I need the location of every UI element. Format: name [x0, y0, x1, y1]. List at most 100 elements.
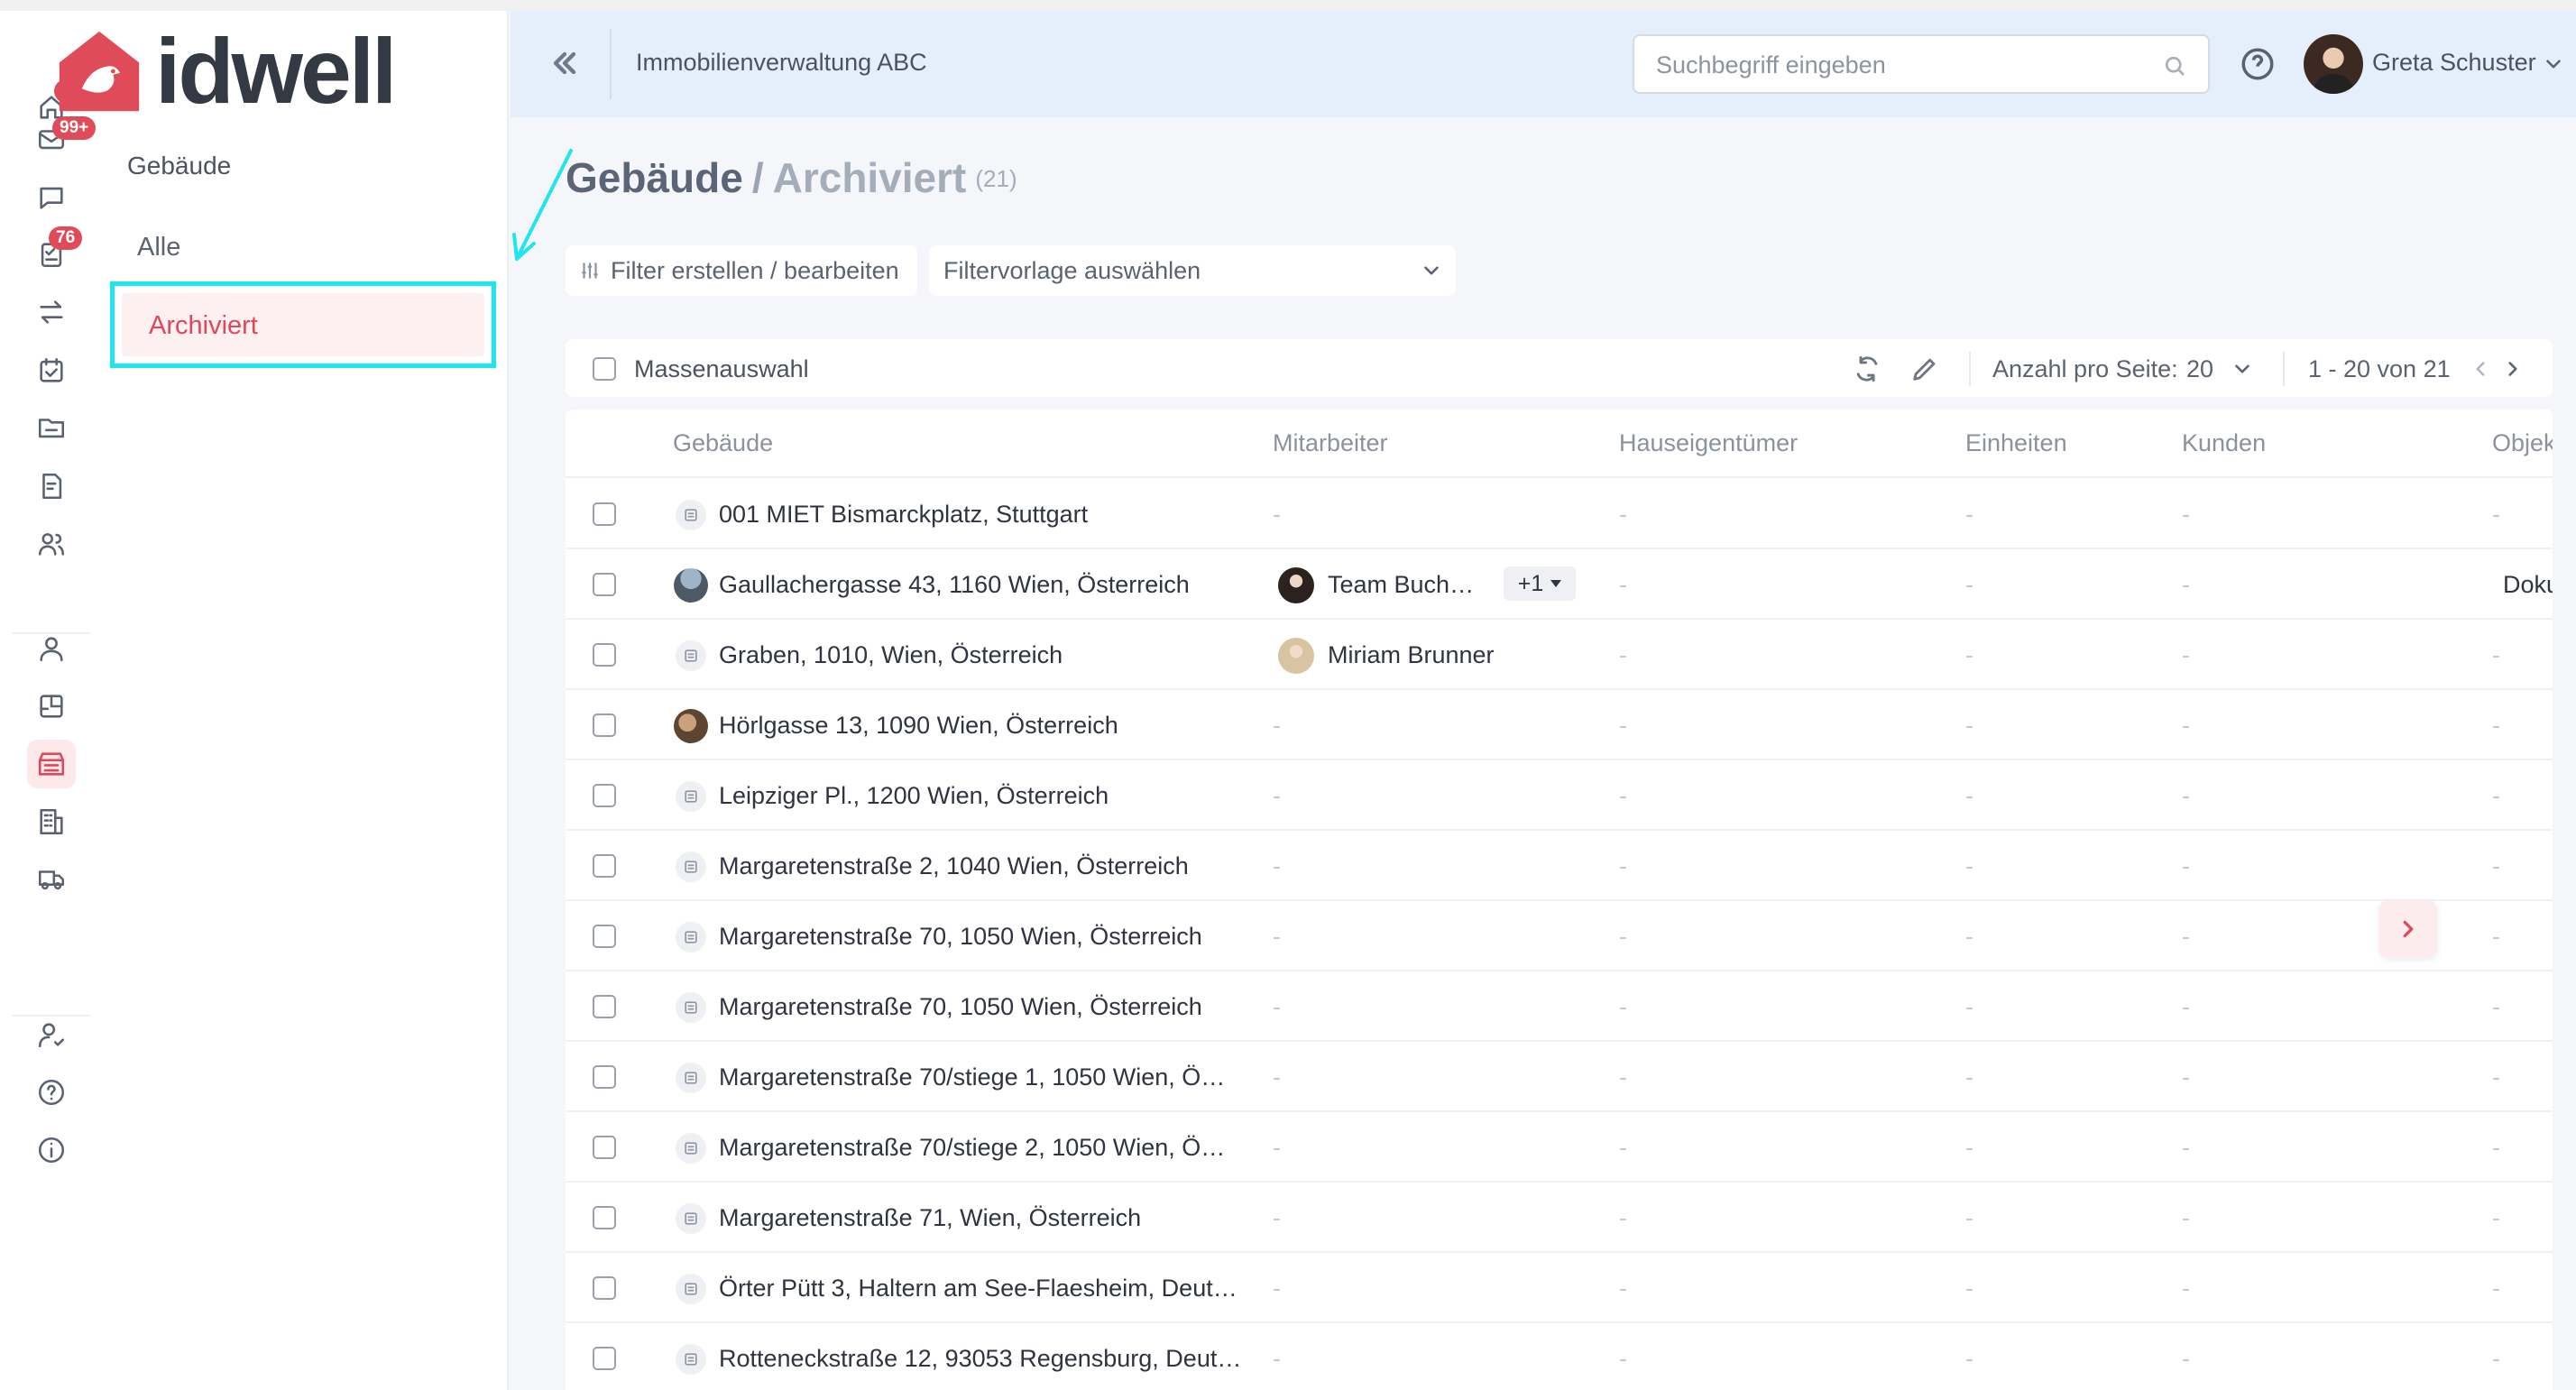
- table-row[interactable]: Hörlgasse 13, 1090 Wien, Österreich - - - - -: [566, 690, 2553, 760]
- empty-cell: -: [2182, 852, 2190, 879]
- filter-preset-label: Filtervorlage auswählen: [943, 257, 1201, 284]
- rail-suppliers[interactable]: [27, 855, 76, 904]
- rail-user-settings[interactable]: [27, 1010, 76, 1059]
- create-filter-button[interactable]: Filter erstellen / bearbeiten: [566, 245, 917, 296]
- next-page-button[interactable]: [2501, 357, 2525, 381]
- user-avatar[interactable]: [2304, 34, 2363, 94]
- column-header-hauseigentuemer[interactable]: Hauseigentümer: [1619, 429, 1798, 457]
- rail-tasks[interactable]: 76: [27, 226, 83, 279]
- rail-transfers[interactable]: [27, 288, 76, 336]
- table-row[interactable]: Rotteneckstraße 12, 93053 Regensburg, De…: [566, 1323, 2553, 1390]
- rail-invoices[interactable]: [27, 462, 76, 511]
- column-header-einheiten[interactable]: Einheiten: [1965, 429, 2067, 457]
- objekt-cell[interactable]: Doku: [2503, 571, 2553, 599]
- table-row[interactable]: 001 MIET Bismarckplatz, Stuttgart - - - - -: [566, 479, 2553, 549]
- row-checkbox[interactable]: [593, 573, 616, 596]
- table-row[interactable]: Margaretenstraße 70, 1050 Wien, Österrei…: [566, 971, 2553, 1042]
- column-header-kunden[interactable]: Kunden: [2182, 429, 2266, 457]
- building-name[interactable]: Rotteneckstraße 12, 93053 Regensburg, De…: [719, 1345, 1241, 1373]
- table-row[interactable]: Margaretenstraße 71, Wien, Österreich - - -…: [566, 1183, 2553, 1253]
- table-row[interactable]: Margaretenstraße 70/stiege 2, 1050 Wien,…: [566, 1112, 2553, 1183]
- table-row[interactable]: Margaretenstraße 70/stiege 1, 1050 Wien,…: [566, 1042, 2553, 1112]
- table-row[interactable]: Leipziger Pl., 1200 Wien, Österreich - - - -…: [566, 760, 2553, 831]
- row-checkbox[interactable]: [593, 925, 616, 948]
- row-checkbox[interactable]: [593, 502, 616, 526]
- per-page-dropdown[interactable]: [2231, 357, 2254, 381]
- caret-down-icon: [1550, 580, 1562, 587]
- rail-documents[interactable]: [27, 403, 76, 452]
- empty-cell: -: [1273, 1063, 1281, 1091]
- rail-help[interactable]: [27, 1068, 76, 1117]
- search-input[interactable]: [1656, 49, 2143, 81]
- rail-calendar[interactable]: [27, 346, 76, 395]
- building-icon: [676, 1203, 706, 1234]
- app-logo[interactable]: idwell: [56, 23, 426, 119]
- user-menu-chevron[interactable]: [2542, 52, 2565, 76]
- rail-contacts[interactable]: [27, 520, 76, 568]
- chat-icon: [40, 187, 63, 209]
- building-name[interactable]: Margaretenstraße 70, 1050 Wien, Österrei…: [719, 923, 1202, 951]
- row-checkbox[interactable]: [593, 1065, 616, 1089]
- subnav-item-archiviert[interactable]: Archiviert: [122, 293, 484, 356]
- table-row[interactable]: Örter Pütt 3, Haltern am See-Flaesheim, …: [566, 1253, 2553, 1323]
- row-checkbox[interactable]: [593, 1276, 616, 1300]
- row-checkbox[interactable]: [593, 995, 616, 1018]
- search-box: [1633, 34, 2210, 94]
- column-header-gebaeude[interactable]: Gebäude: [673, 429, 773, 457]
- table-row[interactable]: Gaullachergasse 43, 1160 Wien, Österreic…: [566, 549, 2553, 620]
- row-checkbox[interactable]: [593, 1347, 616, 1370]
- truck-icon: [38, 870, 65, 890]
- help-button[interactable]: [2239, 45, 2277, 83]
- rail-person[interactable]: [27, 624, 76, 673]
- tasks-badge: 76: [49, 226, 83, 250]
- building-name[interactable]: Leipziger Pl., 1200 Wien, Österreich: [719, 782, 1109, 810]
- empty-cell: -: [1965, 641, 1973, 668]
- rail-properties[interactable]: [27, 797, 76, 846]
- refresh-button[interactable]: [1852, 354, 1882, 384]
- page-title-main[interactable]: Gebäude: [566, 154, 743, 201]
- rail-units[interactable]: [27, 682, 76, 731]
- filter-preset-select[interactable]: Filtervorlage auswählen: [929, 245, 1456, 296]
- row-checkbox[interactable]: [593, 1206, 616, 1229]
- table-row[interactable]: Margaretenstraße 70, 1050 Wien, Österrei…: [566, 901, 2553, 971]
- edit-columns-button[interactable]: [1909, 354, 1940, 384]
- rail-buildings[interactable]: [27, 740, 76, 788]
- company-name[interactable]: Immobilienverwaltung ABC: [636, 49, 927, 77]
- building-name[interactable]: Örter Pütt 3, Haltern am See-Flaesheim, …: [719, 1275, 1237, 1303]
- building-name[interactable]: Margaretenstraße 2, 1040 Wien, Österreic…: [719, 852, 1189, 880]
- building-name[interactable]: Graben, 1010, Wien, Österreich: [719, 641, 1063, 669]
- building-name[interactable]: Margaretenstraße 70, 1050 Wien, Österrei…: [719, 993, 1202, 1021]
- empty-cell: -: [1273, 923, 1281, 950]
- building-name[interactable]: 001 MIET Bismarckplatz, Stuttgart: [719, 501, 1088, 529]
- building-name[interactable]: Margaretenstraße 71, Wien, Österreich: [719, 1204, 1141, 1232]
- building-name[interactable]: Margaretenstraße 70/stiege 1, 1050 Wien,…: [719, 1063, 1225, 1091]
- scroll-right-button[interactable]: [2379, 900, 2437, 958]
- column-header-objekt[interactable]: Objek: [2492, 429, 2553, 457]
- subnav-item-alle[interactable]: Alle: [137, 233, 180, 262]
- per-page-value[interactable]: 20: [2186, 355, 2213, 383]
- collapse-sidebar-button[interactable]: [547, 45, 583, 81]
- house-bird-logo-icon: [59, 31, 140, 112]
- rail-messages[interactable]: 99+: [27, 115, 97, 163]
- row-checkbox[interactable]: [593, 643, 616, 667]
- mass-select-checkbox[interactable]: [593, 357, 616, 381]
- building-name[interactable]: Hörlgasse 13, 1090 Wien, Österreich: [719, 712, 1118, 740]
- column-header-mitarbeiter[interactable]: Mitarbeiter: [1273, 429, 1388, 457]
- employee-name[interactable]: Miriam Brunner: [1328, 641, 1495, 669]
- table-row[interactable]: Graben, 1010, Wien, Österreich - - - - Miriam…: [566, 620, 2553, 690]
- prev-page-button[interactable]: [2469, 357, 2492, 381]
- building-name[interactable]: Margaretenstraße 70/stiege 2, 1050 Wien,…: [719, 1134, 1225, 1162]
- row-checkbox[interactable]: [593, 1136, 616, 1159]
- rail-chat[interactable]: [27, 173, 76, 222]
- search-icon[interactable]: [2161, 52, 2188, 79]
- help-icon: [38, 1079, 65, 1106]
- more-employees-chip[interactable]: +1: [1504, 566, 1576, 601]
- row-checkbox[interactable]: [593, 854, 616, 878]
- employee-name[interactable]: Team Buch…: [1328, 571, 1474, 599]
- building-name[interactable]: Gaullachergasse 43, 1160 Wien, Österreic…: [719, 571, 1190, 599]
- row-checkbox[interactable]: [593, 713, 616, 737]
- rail-info[interactable]: [27, 1126, 76, 1174]
- row-checkbox[interactable]: [593, 784, 616, 807]
- table-row[interactable]: Margaretenstraße 2, 1040 Wien, Österreic…: [566, 831, 2553, 901]
- user-name[interactable]: Greta Schuster: [2372, 49, 2536, 77]
